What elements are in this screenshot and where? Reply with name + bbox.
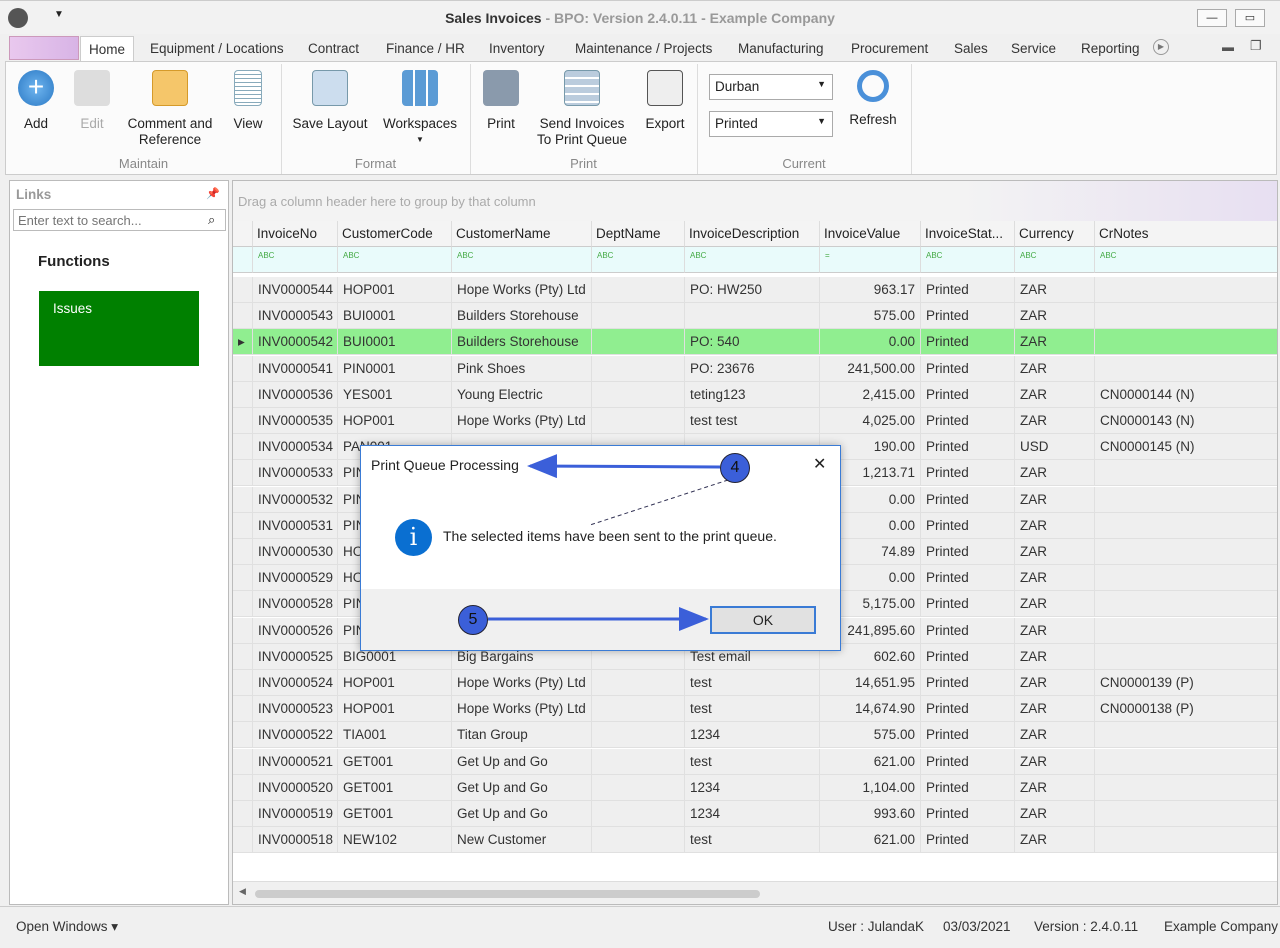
arrow-to-message <box>589 479 729 526</box>
annotation-arrows <box>488 454 729 631</box>
arrow-to-title <box>527 454 721 479</box>
step-5-badge: 5 <box>458 605 488 635</box>
step-4-badge: 4 <box>720 453 750 483</box>
